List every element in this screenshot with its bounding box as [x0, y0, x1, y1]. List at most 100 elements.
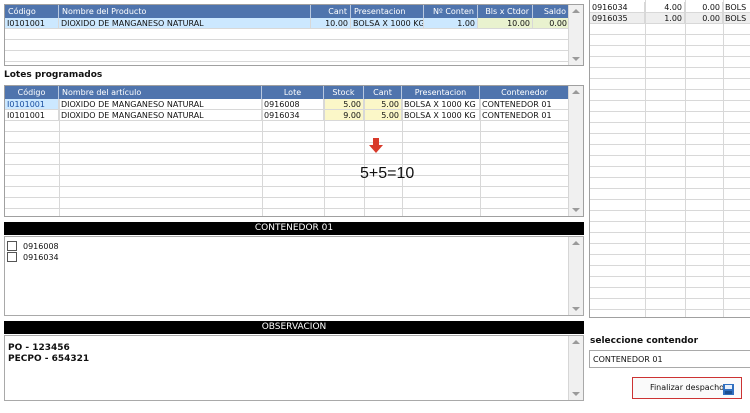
cell-codigo: I0101001: [5, 110, 59, 121]
empty-row: [5, 51, 570, 62]
scroll-up-icon[interactable]: [572, 90, 580, 94]
scroll-up-icon[interactable]: [572, 241, 580, 245]
table-row[interactable]: 0916034 4.00 0.00 BOLS: [590, 2, 750, 13]
contenedor-scrollbar[interactable]: [568, 237, 583, 315]
col-header-nombre-articulo[interactable]: Nombre del artículo: [59, 86, 262, 99]
table-row[interactable]: I0101001 DIOXIDO DE MANGANESO NATURAL 10…: [5, 18, 570, 29]
scroll-down-icon[interactable]: [572, 208, 580, 212]
col-header-cant[interactable]: Cant: [311, 5, 351, 18]
cell-stock: 5.00: [324, 99, 364, 110]
col-header-nombre-producto[interactable]: Nombre del Producto: [59, 5, 311, 18]
cell-saldo: 0.00: [685, 13, 723, 24]
cell-lote: 0916035: [590, 13, 645, 24]
empty-row: [5, 154, 570, 165]
column-divider: [324, 99, 325, 216]
cell-saldo: 0.00: [685, 2, 723, 13]
seleccione-label: seleccione contendor: [590, 336, 699, 346]
scroll-up-icon[interactable]: [572, 9, 580, 13]
cell-presentacion: BOLS: [723, 2, 750, 13]
empty-row: [590, 222, 750, 233]
save-icon: [723, 383, 734, 395]
cell-contenedor: CONTENEDOR 01: [480, 110, 570, 121]
cell-cant: 1.00: [645, 13, 685, 24]
empty-row: [5, 121, 570, 132]
scroll-up-icon[interactable]: [572, 340, 580, 344]
empty-row: [590, 24, 750, 35]
col-header-lote[interactable]: Lote: [262, 86, 324, 99]
empty-row: [590, 167, 750, 178]
empty-row: [590, 178, 750, 189]
observacion-line: PECPO - 654321: [8, 354, 90, 364]
scroll-down-icon[interactable]: [572, 392, 580, 396]
empty-row: [590, 233, 750, 244]
empty-row: [5, 176, 570, 187]
column-divider: [59, 99, 60, 216]
table-row[interactable]: I0101001 DIOXIDO DE MANGANESO NATURAL 09…: [5, 110, 570, 121]
cell-lote: 0916008: [262, 99, 324, 110]
product-grid-scrollbar[interactable]: [568, 5, 583, 65]
col-header-contenedor[interactable]: Contenedor: [480, 86, 570, 99]
finalizar-despacho-button[interactable]: Finalizar despacho: [632, 377, 742, 399]
cell-contenedor: CONTENEDOR 01: [480, 99, 570, 110]
observacion-textarea[interactable]: PO - 123456 PECPO - 654321: [4, 335, 584, 401]
lote-checkbox[interactable]: [7, 252, 17, 262]
cell-cant: 5.00: [364, 110, 402, 121]
column-divider: [262, 99, 263, 216]
col-header-n-conten[interactable]: Nº Conten: [424, 5, 478, 18]
lote-checkbox[interactable]: [7, 241, 17, 251]
cell-n-conten: 1.00: [424, 18, 478, 29]
empty-row: [590, 112, 750, 123]
contenedor-select[interactable]: CONTENEDOR 01: [589, 350, 750, 368]
sum-annotation: 5+5=10: [360, 165, 415, 182]
col-header-stock[interactable]: Stock: [324, 86, 364, 99]
empty-row: [5, 198, 570, 209]
cell-cant: 10.00: [311, 18, 351, 29]
empty-row: [590, 288, 750, 299]
empty-row: [590, 211, 750, 222]
contenedor-select-value: CONTENEDOR 01: [593, 355, 663, 364]
empty-row: [590, 189, 750, 200]
cell-lote: 0916034: [590, 2, 645, 13]
empty-row: [5, 40, 570, 51]
lotes-title: Lotes programados: [4, 70, 103, 80]
empty-row: [5, 29, 570, 40]
col-header-codigo[interactable]: Código: [5, 86, 59, 99]
cell-saldo: 0.00: [533, 18, 570, 29]
empty-row: [590, 46, 750, 57]
column-divider: [645, 0, 646, 317]
red-down-arrow-icon: [369, 138, 383, 154]
empty-row: [5, 187, 570, 198]
empty-row: [590, 200, 750, 211]
column-divider: [402, 99, 403, 216]
cell-presentacion: BOLSA X 1000 KG: [402, 110, 480, 121]
column-divider: [480, 99, 481, 216]
scroll-down-icon[interactable]: [572, 57, 580, 61]
cell-nombre: DIOXIDO DE MANGANESO NATURAL: [59, 18, 311, 29]
cell-bls-x-ctdor: 10.00: [478, 18, 533, 29]
col-header-bls-x-ctdor[interactable]: Bls x Ctdor: [478, 5, 533, 18]
lotes-grid-scrollbar[interactable]: [568, 86, 583, 216]
scroll-down-icon[interactable]: [572, 307, 580, 311]
empty-row: [590, 244, 750, 255]
empty-row: [590, 266, 750, 277]
table-row[interactable]: I0101001 DIOXIDO DE MANGANESO NATURAL 09…: [5, 99, 570, 110]
cell-presentacion: BOLSA X 1000 KG: [351, 18, 424, 29]
col-header-cant[interactable]: Cant: [364, 86, 402, 99]
table-row[interactable]: 0916035 1.00 0.00 BOLS: [590, 13, 750, 24]
col-header-codigo[interactable]: Código: [5, 5, 59, 18]
cell-cant: 5.00: [364, 99, 402, 110]
contenedor-header: CONTENEDOR 01: [4, 222, 584, 235]
contenedor-list[interactable]: 0916008 0916034: [4, 236, 584, 316]
lote-item-label: 0916034: [23, 253, 59, 262]
empty-row: [590, 255, 750, 266]
col-header-presentacion[interactable]: Presentacion: [351, 5, 424, 18]
empty-row: [5, 143, 570, 154]
empty-row: [590, 156, 750, 167]
col-header-saldo[interactable]: Saldo: [533, 5, 570, 18]
empty-row: [590, 79, 750, 90]
cell-nombre: DIOXIDO DE MANGANESO NATURAL: [59, 110, 262, 121]
column-divider: [723, 0, 724, 317]
cell-cant: 4.00: [645, 2, 685, 13]
col-header-presentacion[interactable]: Presentacion: [402, 86, 480, 99]
observacion-scrollbar[interactable]: [568, 336, 583, 400]
